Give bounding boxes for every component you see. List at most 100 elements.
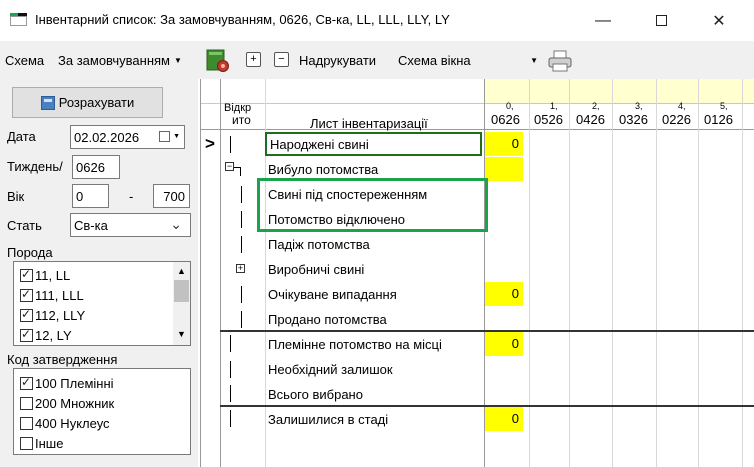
list-item[interactable]: Інше [20,433,63,453]
list-item[interactable]: 100 Племінні [20,373,114,393]
checkbox[interactable] [20,436,33,450]
week-col-header[interactable]: 0226 [662,112,691,127]
breed-label-item: 112, LLY [35,307,86,323]
chevron-down-icon[interactable]: ▼ [173,133,180,140]
calculate-label: Розрахувати [58,95,135,110]
approval-code-list[interactable]: 100 Племінні 200 Множник 400 Нуклеус Інш… [13,368,191,455]
date-value: 02.02.2026 [74,129,140,145]
checkbox[interactable] [20,327,33,342]
checkbox[interactable] [20,307,33,322]
maximize-button[interactable] [638,0,684,41]
code-label-item: Інше [35,435,64,451]
age-from-field[interactable]: 0 [72,184,109,208]
value-cell[interactable]: 0 [485,332,523,356]
table-row[interactable]: Виробничі свині [265,257,482,281]
calendar-icon[interactable] [159,131,170,142]
print-button[interactable]: Надрукувати [299,41,376,79]
value-cell[interactable] [485,157,523,181]
week-field[interactable]: 0626 [72,155,120,179]
tree-line [230,385,231,402]
breed-label-item: 12, LY [35,327,72,343]
minimize-button[interactable]: — [580,0,626,41]
table-row[interactable]: Народжені свині [265,132,482,156]
table-row[interactable]: Падіж потомства [265,232,482,256]
week-col-header[interactable]: 0326 [619,112,648,127]
week-col-header[interactable]: 0626 [491,112,520,127]
status-select[interactable]: Св-ка ⌄ [70,213,191,237]
table-row[interactable]: Продано потомства [265,307,482,331]
tree-line [241,186,242,203]
section-divider [220,330,754,332]
collapse-icon[interactable]: − [225,162,234,171]
printer-icon[interactable] [547,49,573,73]
tree-line [241,236,242,253]
tree-line [230,361,231,378]
tree-line [230,410,231,427]
window-scheme-dropdown[interactable]: Схема вікна ▼ [398,41,540,79]
scroll-up-icon[interactable]: ▲ [177,266,186,276]
week-col-header[interactable]: 0126 [704,112,733,127]
date-label: Дата [7,129,36,144]
scheme-settings-icon[interactable] [205,47,231,73]
value-cell[interactable]: 0 [485,407,523,431]
list-item[interactable]: 112, LLY [20,305,85,325]
window-scheme-value: Схема вікна [398,52,471,68]
age-to-field[interactable]: 700 [153,184,190,208]
window-title: Інвентарний список: За замовчуванням, 06… [35,12,450,27]
maximize-icon [655,15,667,26]
code-label-item: 400 Нуклеус [35,415,110,431]
checkbox[interactable] [20,287,33,302]
app-icon [10,13,27,26]
week-col-index: 5, [720,101,728,111]
week-col-index: 0, [506,101,514,111]
scheme-value: За замовчуванням [58,52,170,68]
code-label-item: 200 Множник [35,395,115,411]
table-row[interactable]: Очікуване випадання [265,282,482,306]
highlight-box [257,178,488,232]
list-item[interactable]: 111, LLL [20,285,84,305]
scroll-down-icon[interactable]: ▼ [177,329,186,339]
breed-label-item: 11, LL [35,267,71,283]
value-cell[interactable]: 0 [485,132,523,156]
close-button[interactable]: ✕ [696,0,742,41]
table-row[interactable]: Залишилися в стаді [265,407,482,431]
header-inventory-sheet[interactable]: Лист інвентаризації [310,116,428,131]
code-label-item: 100 Племінні [35,375,114,391]
week-col-header[interactable]: 0526 [534,112,563,127]
table-row[interactable]: Племінне потомство на місці [265,332,482,356]
dropdown-arrow-icon: ▼ [173,55,182,65]
table-row[interactable]: Всього вибрано [265,382,482,406]
checkbox[interactable] [20,375,33,390]
list-item[interactable]: 11, LL [20,265,70,285]
breed-scrollbar[interactable]: ▲ ▼ [173,262,190,345]
table-row[interactable]: Необхідний залишок [265,357,482,381]
scheme-dropdown[interactable]: За замовчуванням ▼ [58,41,182,79]
title-bar: Інвентарний список: За замовчуванням, 06… [0,0,754,41]
section-divider [220,405,754,407]
list-item[interactable]: 400 Нуклеус [20,413,110,433]
calculate-button[interactable]: Розрахувати [12,87,163,118]
current-row-marker: > [205,134,215,153]
tree-line [241,286,242,303]
checkbox[interactable] [20,267,33,282]
collapse-all-button[interactable]: − [274,52,289,67]
inventory-grid[interactable]: Відкр ито Лист інвентаризації 0, 0626 1,… [200,79,754,467]
age-label: Вік [7,189,25,204]
header-open-top: Відкр [224,102,252,114]
header-open-bottom: ито [232,113,251,127]
scroll-thumb[interactable] [174,280,189,302]
calculator-icon [40,95,55,110]
date-field[interactable]: 02.02.2026 ▼ [70,125,185,149]
week-col-index: 1, [550,101,558,111]
expand-icon[interactable]: + [236,264,245,273]
value-cell[interactable]: 0 [485,282,523,306]
scheme-label: Схема [5,52,45,68]
list-item[interactable]: 200 Множник [20,393,114,413]
expand-all-button[interactable]: + [246,52,261,67]
checkbox[interactable] [20,416,33,430]
week-col-header[interactable]: 0426 [576,112,605,127]
breed-list[interactable]: 11, LL 111, LLL 112, LLY 12, LY ▲▼ [13,261,191,346]
approval-code-label: Код затвердження [7,352,118,367]
checkbox[interactable] [20,396,33,410]
list-item[interactable]: 12, LY [20,325,72,345]
